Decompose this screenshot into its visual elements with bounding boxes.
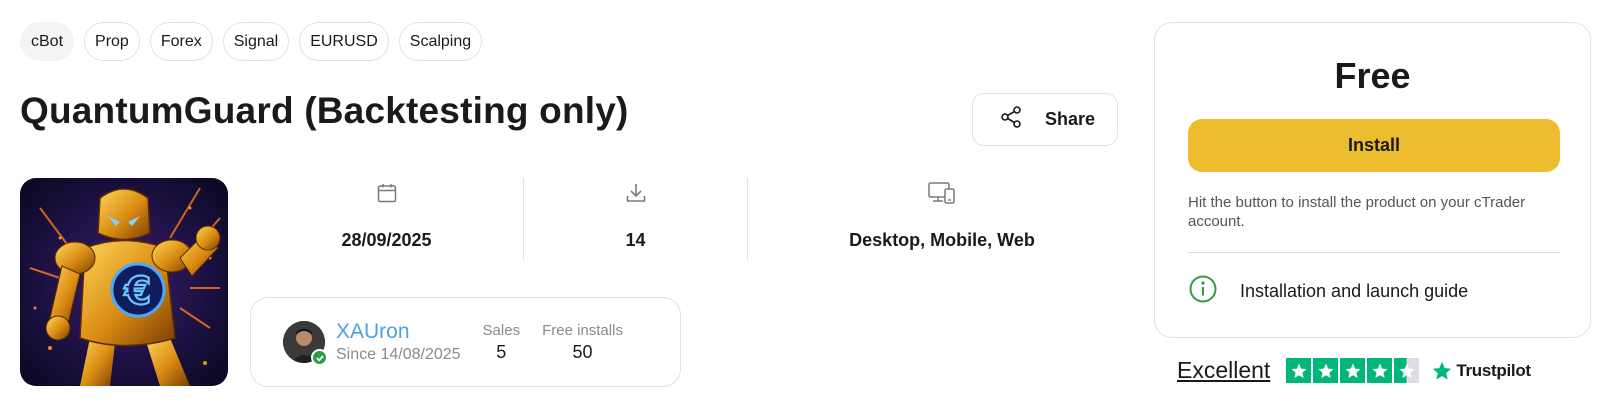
tag-prop[interactable]: Prop bbox=[84, 22, 140, 61]
half-star-icon bbox=[1394, 358, 1420, 383]
product-title: QuantumGuard (Backtesting only) bbox=[20, 90, 629, 131]
install-note: Hit the button to install the product on… bbox=[1188, 194, 1526, 230]
sales-value: 5 bbox=[496, 341, 507, 362]
trustpilot-logo[interactable]: Trustpilot bbox=[1431, 360, 1531, 382]
tag-signal[interactable]: Signal bbox=[222, 22, 290, 61]
installation-guide-link[interactable]: Installation and launch guide bbox=[1188, 274, 1468, 309]
star-icon bbox=[1286, 358, 1312, 383]
verified-badge-icon bbox=[311, 349, 328, 366]
info-icon bbox=[1188, 274, 1218, 309]
share-label: Share bbox=[1045, 109, 1096, 129]
devices-icon bbox=[927, 178, 957, 208]
installation-guide-label: Installation and launch guide bbox=[1240, 281, 1469, 301]
calendar-icon bbox=[375, 178, 399, 208]
share-button[interactable]: Share bbox=[972, 93, 1118, 146]
install-button[interactable]: Install bbox=[1188, 119, 1560, 172]
author-free-installs: Free installs 50 bbox=[542, 322, 623, 363]
trustpilot-widget[interactable]: Excellent Trustpilot bbox=[1177, 357, 1531, 384]
sales-label: Sales bbox=[482, 321, 521, 339]
stat-published-date: 28/09/2025 bbox=[250, 178, 524, 260]
author-info: XAUron Since 14/08/2025 bbox=[336, 320, 461, 364]
product-stats: 28/09/2025 14 Desktop, Mobile, Web bbox=[250, 178, 1136, 260]
share-icon bbox=[999, 105, 1023, 134]
stat-downloads: 14 bbox=[524, 178, 748, 260]
product-image: € bbox=[20, 178, 228, 386]
trustpilot-star-icon bbox=[1433, 361, 1452, 380]
free-installs-value: 50 bbox=[572, 341, 593, 362]
star-icon bbox=[1313, 358, 1339, 383]
price: Free bbox=[1334, 55, 1411, 96]
avatar[interactable] bbox=[283, 321, 328, 366]
tag-list: cBot Prop Forex Signal EURUSD Scalping bbox=[20, 22, 483, 61]
tag-eurusd[interactable]: EURUSD bbox=[299, 22, 389, 61]
trustpilot-brand: Trustpilot bbox=[1456, 360, 1531, 380]
platforms-value: Desktop, Mobile, Web bbox=[849, 230, 1035, 250]
download-icon bbox=[624, 178, 648, 208]
author-sales: Sales 5 bbox=[483, 322, 521, 363]
author-name-link[interactable]: XAUron bbox=[336, 320, 461, 344]
tag-cbot[interactable]: cBot bbox=[20, 22, 75, 61]
star-icon bbox=[1340, 358, 1366, 383]
tag-scalping[interactable]: Scalping bbox=[398, 22, 483, 61]
star-icon bbox=[1367, 358, 1393, 383]
svg-text:€: € bbox=[124, 269, 151, 313]
author-card: XAUron Since 14/08/2025 Sales 5 Free ins… bbox=[250, 297, 681, 387]
divider bbox=[1188, 252, 1560, 253]
stat-platforms: Desktop, Mobile, Web bbox=[748, 178, 1136, 260]
trustpilot-stars bbox=[1286, 358, 1420, 383]
author-since: Since 14/08/2025 bbox=[336, 346, 461, 363]
tag-forex[interactable]: Forex bbox=[149, 22, 213, 61]
purchase-panel: Free Install Hit the button to install t… bbox=[1154, 22, 1591, 338]
downloads-value: 14 bbox=[625, 230, 646, 250]
free-installs-label: Free installs bbox=[542, 321, 623, 339]
trustpilot-rating-label[interactable]: Excellent bbox=[1177, 357, 1270, 384]
published-date-value: 28/09/2025 bbox=[341, 230, 432, 250]
